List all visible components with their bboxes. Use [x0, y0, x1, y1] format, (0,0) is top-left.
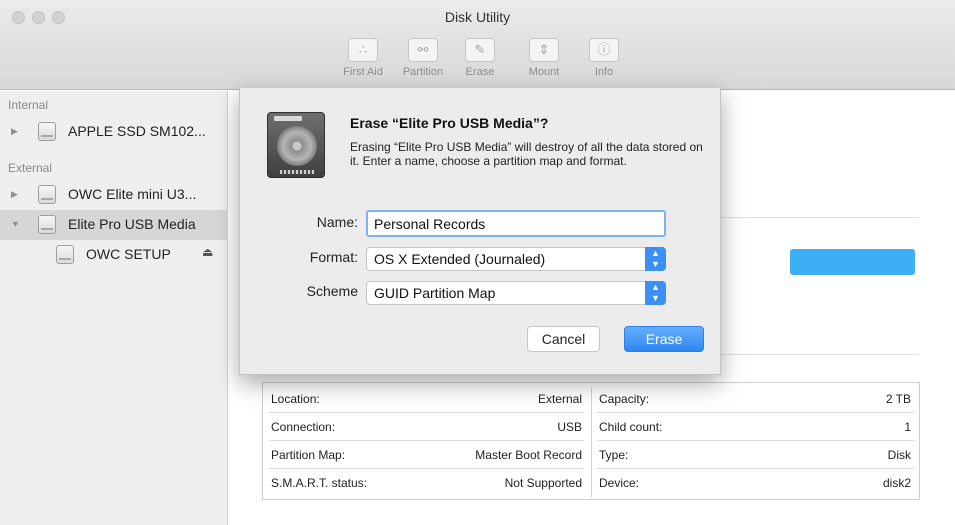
info-table: Location: External Capacity: 2 TB Connec…: [262, 382, 920, 500]
sidebar-item-label: Elite Pro USB Media: [68, 216, 196, 232]
external-disk-icon: [38, 215, 56, 234]
info-key: S.M.A.R.T. status:: [271, 476, 368, 490]
info-key: Location:: [271, 392, 320, 406]
partition-label: Partition: [402, 66, 444, 78]
info-value: USB: [557, 420, 582, 434]
info-key: Type:: [599, 448, 629, 462]
partition-icon: ⚯: [408, 38, 438, 62]
sidebar-item-label: OWC SETUP: [86, 246, 171, 262]
sidebar-item-label: OWC Elite mini U3...: [68, 186, 197, 202]
cancel-button[interactable]: Cancel: [527, 326, 600, 352]
stethoscope-icon: ∴: [348, 38, 378, 62]
erase-icon: ✎: [465, 38, 495, 62]
erase-toolbar-label: Erase: [465, 66, 495, 78]
sidebar-section-internal: Internal: [8, 98, 49, 112]
info-value: 2 TB: [885, 392, 911, 406]
info-key: Device:: [599, 476, 640, 490]
info-key: Child count:: [599, 420, 663, 434]
sidebar-item-label: APPLE SSD SM102...: [68, 123, 206, 139]
info-label: Info: [594, 66, 614, 78]
info-value: disk2: [882, 476, 911, 490]
name-field[interactable]: [366, 210, 666, 237]
info-value: 1: [904, 420, 911, 434]
name-label: Name:: [316, 214, 358, 230]
erase-dialog: Erase “Elite Pro USB Media”? Erasing “El…: [239, 88, 721, 375]
sidebar-item-apple-ssd[interactable]: ▶ APPLE SSD SM102...: [0, 117, 228, 147]
mount-label: Mount: [528, 66, 560, 78]
mount-icon: ⇕: [529, 38, 559, 62]
disclosure-right-icon[interactable]: ▶: [11, 126, 18, 137]
divider: [721, 354, 919, 355]
info-button[interactable]: ⓘ Info: [586, 38, 622, 84]
dialog-title: Erase “Elite Pro USB Media”?: [350, 115, 549, 131]
external-disk-icon: [38, 185, 56, 204]
format-value: OS X Extended (Journaled): [374, 251, 546, 267]
internal-disk-icon: [38, 122, 56, 141]
info-key: Connection:: [271, 420, 336, 434]
first-aid-button[interactable]: ∴ First Aid: [340, 38, 386, 84]
format-label: Format:: [309, 249, 358, 265]
scheme-label: Scheme: [306, 283, 358, 299]
chevron-updown-icon: ▲ ▼: [645, 247, 666, 271]
sidebar: Internal ▶ APPLE SSD SM102... External ▶…: [0, 91, 228, 525]
column-divider: [591, 387, 592, 497]
sidebar-item-elite-pro-usb-media[interactable]: ▼ Elite Pro USB Media: [0, 210, 228, 240]
volume-icon: [56, 245, 74, 264]
info-value: Not Supported: [504, 476, 582, 490]
first-aid-label: First Aid: [343, 66, 383, 78]
info-value: Disk: [887, 448, 911, 462]
scheme-value: GUID Partition Map: [374, 285, 496, 301]
row-divider: [597, 440, 915, 441]
disclosure-down-icon[interactable]: ▼: [11, 219, 20, 229]
sidebar-item-owc-setup[interactable]: OWC SETUP ⏏: [0, 240, 228, 270]
partition-button[interactable]: ⚯ Partition: [398, 38, 448, 84]
scheme-select[interactable]: GUID Partition Map ▲ ▼: [366, 281, 666, 305]
info-value: External: [537, 392, 582, 406]
capacity-bar: [790, 249, 915, 275]
divider: [721, 217, 919, 218]
disclosure-right-icon[interactable]: ▶: [11, 189, 18, 200]
window-toolbar: Disk Utility ∴ First Aid ⚯ Partition ✎ E…: [0, 0, 955, 90]
erase-toolbar-button[interactable]: ✎ Erase: [462, 38, 498, 84]
mount-button[interactable]: ⇕ Mount: [524, 38, 564, 84]
eject-icon[interactable]: ⏏: [202, 245, 213, 259]
info-icon: ⓘ: [589, 38, 619, 62]
row-divider: [597, 468, 915, 469]
sidebar-section-external: External: [8, 161, 53, 175]
info-key: Partition Map:: [271, 448, 346, 462]
info-value: Master Boot Record: [475, 448, 582, 462]
sidebar-item-owc-elite-mini[interactable]: ▶ OWC Elite mini U3...: [0, 180, 228, 210]
window-title: Disk Utility: [444, 9, 511, 25]
dialog-message: Erasing “Elite Pro USB Media” will destr…: [350, 140, 703, 168]
chevron-updown-icon: ▲ ▼: [645, 281, 666, 305]
info-key: Capacity:: [599, 392, 650, 406]
hard-drive-icon: [267, 112, 325, 178]
erase-button[interactable]: Erase: [624, 326, 704, 352]
format-select[interactable]: OS X Extended (Journaled) ▲ ▼: [366, 247, 666, 271]
